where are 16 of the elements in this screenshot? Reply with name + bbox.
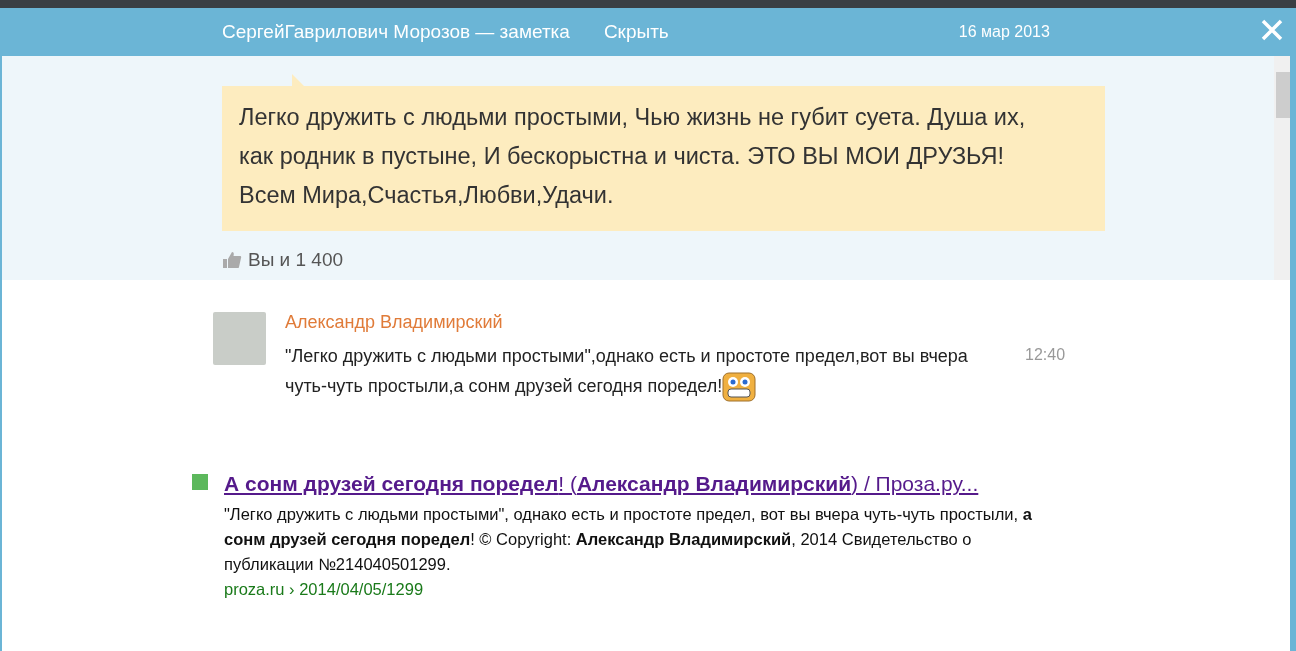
- close-icon: [1260, 18, 1284, 42]
- close-button[interactable]: [1260, 18, 1284, 42]
- result-snippet: "Легко дружить с людьми простыми", однако есть и простоте предел, вот вы вчера чуть-чуть простыли, а сонм друзей сегодня поредел! © Copyright: Александр Владимирский, 2014 Свидетельство о публикации №214040501299.: [224, 504, 1033, 576]
- comment-time: 12:40: [1025, 346, 1066, 365]
- note-text: Легко дружить с людьми простыми, Чью жизнь не губит суета. Душа их, как родник в пустыне, И бескорыстна и чиста. ЭТО ВЫ МОИ ДРУЗЬЯ! Всем Мира,Счастья,Любви,Удачи.: [239, 104, 1026, 208]
- thumbs-up-icon: [222, 251, 242, 269]
- result-title-link[interactable]: А сонм друзей сегодня поредел! (Александр Владимирский) / Проза.ру...: [224, 472, 1104, 497]
- comment-text: "Легко дружить с людьми простыми",однако есть и простоте предел,вот вы вчера чуть-чуть простыли,а сонм друзей сегодня поредел!: [285, 341, 975, 403]
- note-title: СергейГаврилович Морозов — заметка: [222, 21, 570, 43]
- result-marker-icon: [192, 474, 208, 491]
- avatar-photo-placeholder: [213, 312, 266, 365]
- result-url: proza.ru › 2014/04/05/1299: [224, 579, 425, 601]
- scrollbar[interactable]: [1274, 56, 1290, 280]
- likes-count[interactable]: Вы и 1 400: [248, 249, 344, 271]
- grin-smiley-icon: [722, 372, 757, 403]
- note-date: 16 мар 2013: [958, 23, 1050, 41]
